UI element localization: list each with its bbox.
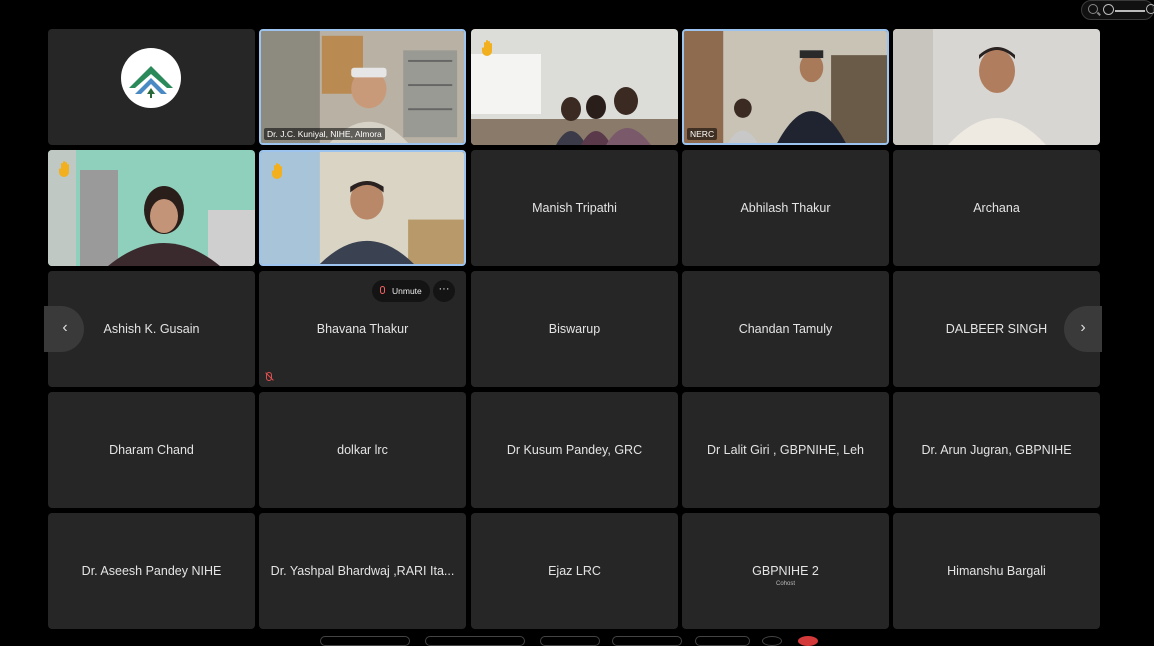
participant-tile[interactable]: Himanshu Bargali	[893, 513, 1100, 629]
zoom-out-icon[interactable]	[1088, 4, 1098, 14]
participant-name: Archana	[973, 201, 1020, 215]
participant-name: Manish Tripathi	[532, 201, 617, 215]
unmute-label: Unmute	[392, 286, 422, 296]
participant-caption: Dr. J.C. Kuniyal, NIHE, Almora	[264, 128, 385, 140]
muted-mic-icon	[266, 372, 272, 381]
participant-video-feed	[48, 150, 255, 266]
participant-video-feed	[261, 152, 464, 264]
participant-name: GBPNIHE 2	[752, 564, 819, 578]
participant-name: Himanshu Bargali	[947, 564, 1046, 578]
organization-logo	[121, 48, 181, 108]
mic-off-icon	[380, 286, 385, 294]
cohost-label: Cohost	[775, 581, 795, 587]
toolbar-button[interactable]	[425, 636, 525, 646]
raised-hand-icon	[58, 161, 69, 177]
participant-tile[interactable]: Dr. Yashpal Bhardwaj ,RARI Ita...	[259, 513, 466, 629]
toolbar-button[interactable]	[320, 636, 410, 646]
participant-video-feed	[684, 31, 887, 143]
zoom-slider-knob[interactable]	[1103, 4, 1114, 15]
participant-video-feed	[261, 31, 464, 143]
participant-tile[interactable]: Biswarup	[471, 271, 678, 387]
toolbar-button[interactable]	[762, 636, 782, 646]
participant-name: Abhilash Thakur	[740, 201, 831, 215]
participant-tile-logo[interactable]	[48, 29, 255, 145]
participant-name: Dharam Chand	[109, 443, 194, 457]
next-page-button[interactable]: ›	[1064, 306, 1102, 352]
participant-tile[interactable]: Ejaz LRC	[471, 513, 678, 629]
participant-name: Ejaz LRC	[548, 564, 601, 578]
participant-name: Dr. Aseesh Pandey NIHE	[81, 564, 222, 578]
toolbar-button[interactable]	[540, 636, 600, 646]
participant-tile-video[interactable]	[893, 29, 1100, 145]
zoom-slider-track[interactable]	[1115, 10, 1145, 12]
mountain-logo-icon	[129, 66, 173, 98]
participant-tile[interactable]: dolkar lrc	[259, 392, 466, 508]
participant-name: Bhavana Thakur	[316, 322, 409, 336]
participant-name: Dr. Yashpal Bhardwaj ,RARI Ita...	[270, 564, 455, 578]
more-options-button[interactable]: ···	[433, 280, 455, 302]
participant-name: dolkar lrc	[337, 443, 388, 457]
leave-button[interactable]	[798, 636, 818, 646]
participant-video-feed	[893, 29, 1100, 145]
participant-tile[interactable]: Dr. Arun Jugran, GBPNIHE	[893, 392, 1100, 508]
participant-tile-video[interactable]	[471, 29, 678, 145]
participant-tile[interactable]: Dharam Chand	[48, 392, 255, 508]
raised-hand-icon	[271, 163, 282, 179]
participant-tile-video[interactable]: NERC	[682, 29, 889, 145]
participant-tile[interactable]: Dr Kusum Pandey, GRC	[471, 392, 678, 508]
participant-tile[interactable]: Manish Tripathi	[471, 150, 678, 266]
participant-tile[interactable]: Abhilash Thakur	[682, 150, 889, 266]
unmute-button[interactable]: Unmute	[372, 280, 430, 302]
participant-tile[interactable]: Unmute ··· Bhavana Thakur	[259, 271, 466, 387]
toolbar-button[interactable]	[695, 636, 750, 646]
participant-tile[interactable]: Dr. Aseesh Pandey NIHE	[48, 513, 255, 629]
participant-name: Dr. Arun Jugran, GBPNIHE	[921, 443, 1072, 457]
toolbar-button[interactable]	[612, 636, 682, 646]
zoom-slider[interactable]	[1081, 0, 1154, 20]
participant-video-feed	[471, 29, 678, 145]
participant-name: Dr Kusum Pandey, GRC	[506, 443, 643, 457]
participant-tile-video[interactable]: Dr. J.C. Kuniyal, NIHE, Almora	[259, 29, 466, 145]
participant-tile-video[interactable]	[48, 150, 255, 266]
participant-name: Biswarup	[548, 322, 601, 336]
participant-tile-video[interactable]	[259, 150, 466, 266]
participant-tile[interactable]: Dr Lalit Giri , GBPNIHE, Leh	[682, 392, 889, 508]
participant-tile[interactable]: Chandan Tamuly	[682, 271, 889, 387]
participant-tile[interactable]: Archana	[893, 150, 1100, 266]
zoom-in-icon[interactable]	[1146, 4, 1154, 14]
participant-name: Chandan Tamuly	[738, 322, 833, 336]
participant-caption: NERC	[687, 128, 718, 140]
participant-tile[interactable]: GBPNIHE 2 Cohost	[682, 513, 889, 629]
raised-hand-icon	[481, 40, 492, 56]
participant-name: Dr Lalit Giri , GBPNIHE, Leh	[707, 443, 864, 457]
